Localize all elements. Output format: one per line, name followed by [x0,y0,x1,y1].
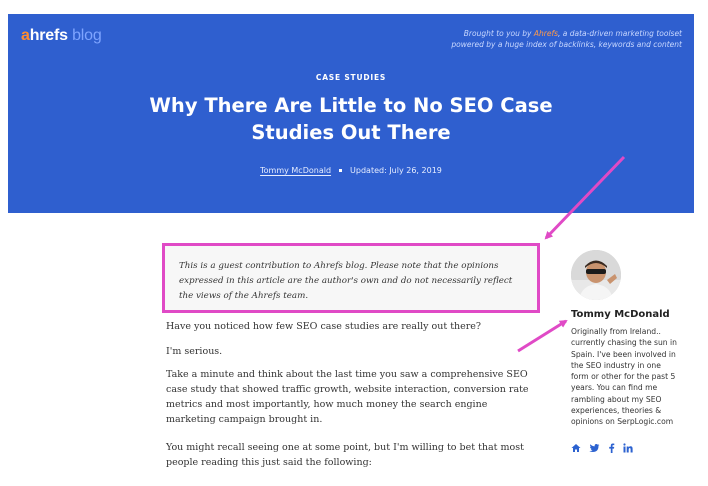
author-link[interactable]: Tommy McDonald [260,166,331,175]
paragraph: You might recall seeing one at some poin… [166,442,524,468]
ahrefs-link[interactable]: Ahrefs [534,29,558,38]
ahrefs-blog-logo[interactable]: ahrefs blog [21,27,102,45]
guest-note-text: This is a guest contribution to Ahrefs b… [179,261,513,301]
home-icon[interactable] [571,443,581,456]
updated-date: Updated: July 26, 2019 [350,166,442,175]
arrow-to-author-name [517,319,568,353]
paragraph: I'm serious. [166,346,223,357]
author-bio: Originally from Ireland.. currently chas… [571,327,677,427]
article-title: Why There Are Little to No SEO Case Stud… [149,94,553,144]
avatar-photo [571,250,621,300]
sidebar-author-name[interactable]: Tommy McDonald [571,309,670,320]
author-avatar[interactable] [571,250,621,300]
byline-separator [339,169,343,172]
paragraph: Take a minute and think about the last t… [166,369,529,425]
author-social-links [571,443,633,456]
facebook-icon[interactable] [608,443,615,456]
guest-contribution-note: This is a guest contribution to Ahrefs b… [162,243,540,313]
paragraph: Have you noticed how few SEO case studie… [166,321,482,332]
twitter-icon[interactable] [589,443,600,456]
linkedin-icon[interactable] [623,443,633,456]
blog-header: ahrefs blog Brought to you by Ahrefs, a … [8,14,694,213]
byline: Tommy McDonald Updated: July 26, 2019 [8,166,694,175]
header-tagline: Brought to you by Ahrefs, a data-driven … [451,29,682,49]
category-label[interactable]: CASE STUDIES [8,73,694,82]
